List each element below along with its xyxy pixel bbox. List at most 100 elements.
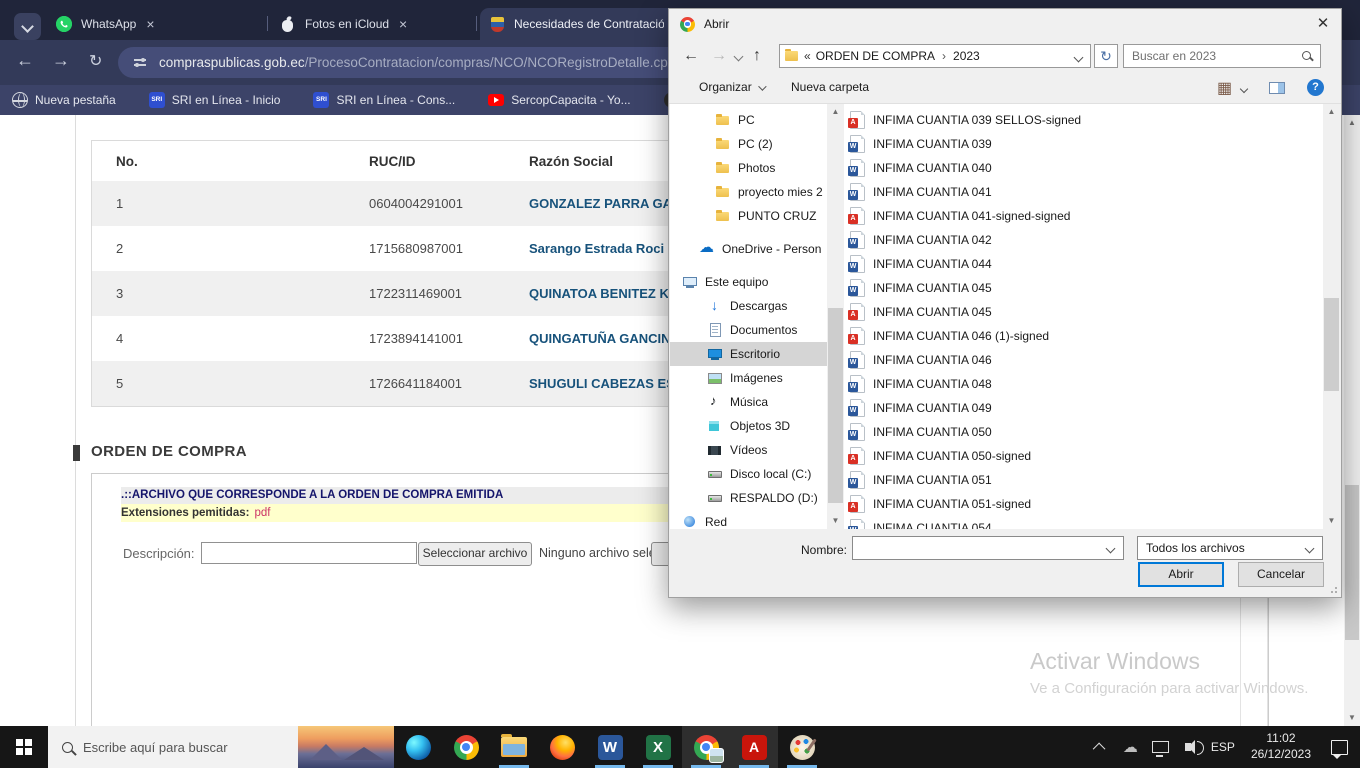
sidebar-item[interactable]: Escritorio <box>670 342 827 366</box>
taskbar-search[interactable]: Escribe aquí para buscar <box>48 726 394 768</box>
file-item[interactable]: INFIMA CUANTIA 054 <box>844 516 1323 529</box>
file-item[interactable]: INFIMA CUANTIA 040 <box>844 156 1323 180</box>
bookmark-nueva-pestana[interactable]: Nueva pestaña <box>12 92 116 108</box>
tab-close-icon[interactable] <box>399 17 407 31</box>
scroll-up-icon[interactable] <box>1323 104 1340 120</box>
nav-forward-icon[interactable]: → <box>711 44 727 68</box>
tab-icloud-photos[interactable]: Fotos en iCloud <box>271 8 493 40</box>
sidebar-item[interactable]: Este equipo <box>670 270 827 294</box>
dialog-close-icon[interactable] <box>1305 9 1341 39</box>
start-button[interactable] <box>0 726 48 768</box>
file-item[interactable]: INFIMA CUANTIA 051 <box>844 468 1323 492</box>
address-breadcrumb[interactable]: ORDEN DE COMPRA 2023 <box>779 44 1091 68</box>
taskbar-chrome-window[interactable] <box>682 726 730 768</box>
sidebar-item[interactable]: Documentos <box>670 318 827 342</box>
taskbar-excel[interactable] <box>634 726 682 768</box>
browser-scrollbar[interactable] <box>1344 115 1360 726</box>
scroll-up-icon[interactable] <box>827 104 844 120</box>
taskbar-word[interactable] <box>586 726 634 768</box>
file-item[interactable]: INFIMA CUANTIA 044 <box>844 252 1323 276</box>
scrollbar-thumb[interactable] <box>1345 485 1359 640</box>
nav-back-icon[interactable]: ← <box>683 44 699 68</box>
tab-search-button[interactable] <box>14 13 41 40</box>
sidebar-item[interactable]: Música <box>670 390 827 414</box>
file-name-combo[interactable] <box>852 536 1124 560</box>
file-item[interactable]: INFIMA CUANTIA 046 <box>844 348 1323 372</box>
sidebar-item[interactable]: Disco local (C:) <box>670 462 827 486</box>
scroll-down-icon[interactable] <box>1323 513 1340 529</box>
sidebar-item[interactable]: OneDrive - Person <box>670 237 827 261</box>
tab-whatsapp[interactable]: WhatsApp <box>46 8 284 40</box>
breadcrumb-subfolder[interactable]: 2023 <box>953 49 980 63</box>
file-name-input[interactable] <box>857 539 1099 559</box>
sidebar-item[interactable]: PC <box>670 108 827 132</box>
resize-grip[interactable] <box>1330 586 1338 594</box>
bookmark-sri-consultas[interactable]: SRI en Línea - Cons... <box>313 92 455 108</box>
view-chevron-icon[interactable] <box>1240 85 1248 93</box>
network-icon[interactable] <box>1152 741 1169 753</box>
file-item[interactable]: INFIMA CUANTIA 042 <box>844 228 1323 252</box>
taskbar-acrobat[interactable] <box>730 726 778 768</box>
file-item[interactable]: INFIMA CUANTIA 049 <box>844 396 1323 420</box>
file-item[interactable]: INFIMA CUANTIA 041 <box>844 180 1323 204</box>
onedrive-icon[interactable] <box>1123 740 1138 755</box>
bookmark-sercopcapacita[interactable]: SercopCapacita - Yo... <box>488 93 630 107</box>
search-highlight-image[interactable] <box>298 726 394 768</box>
chevron-down-icon[interactable] <box>1106 544 1116 554</box>
sidebar-item[interactable]: Red <box>670 510 827 529</box>
preview-pane-icon[interactable] <box>1269 82 1285 94</box>
taskbar-chrome[interactable] <box>442 726 490 768</box>
tab-close-icon[interactable] <box>146 17 154 31</box>
address-bar[interactable]: compraspublicas.gob.ec/ProcesoContrataci… <box>118 47 686 78</box>
taskbar-firefox[interactable] <box>538 726 586 768</box>
dialog-title-bar[interactable]: Abrir <box>669 9 1341 39</box>
back-icon[interactable]: ← <box>16 50 34 71</box>
file-item[interactable]: INFIMA CUANTIA 041-signed-signed <box>844 204 1323 228</box>
file-item[interactable]: INFIMA CUANTIA 051-signed <box>844 492 1323 516</box>
file-item[interactable]: INFIMA CUANTIA 039 SELLOS-signed <box>844 108 1323 132</box>
refresh-button[interactable] <box>1094 44 1118 68</box>
sidebar-item[interactable]: Imágenes <box>670 366 827 390</box>
forward-icon[interactable]: → <box>52 50 70 71</box>
tray-expand-icon[interactable] <box>1093 742 1106 755</box>
taskbar-paint[interactable] <box>778 726 826 768</box>
file-item[interactable]: INFIMA CUANTIA 048 <box>844 372 1323 396</box>
scrollbar-thumb[interactable] <box>828 308 843 503</box>
scroll-down-icon[interactable] <box>827 513 844 529</box>
file-item[interactable]: INFIMA CUANTIA 045 <box>844 300 1323 324</box>
sidebar-item[interactable]: PC (2) <box>670 132 827 156</box>
select-file-button[interactable]: Seleccionar archivo <box>418 542 532 566</box>
scrollbar-thumb[interactable] <box>1324 298 1339 391</box>
breadcrumb-folder[interactable]: ORDEN DE COMPRA <box>816 49 935 63</box>
notifications-icon[interactable] <box>1331 740 1348 755</box>
file-item[interactable]: INFIMA CUANTIA 050-signed <box>844 444 1323 468</box>
taskbar-clock[interactable]: 11:02 26/12/2023 <box>1251 731 1311 762</box>
language-indicator[interactable]: ESP <box>1211 740 1235 754</box>
dialog-search-field[interactable]: Buscar en 2023 <box>1123 44 1321 68</box>
tab-necesidades-active[interactable]: Necesidades de Contratació <box>480 8 700 40</box>
file-item[interactable]: INFIMA CUANTIA 046 (1)-signed <box>844 324 1323 348</box>
sidebar-item[interactable]: Objetos 3D <box>670 414 827 438</box>
sidebar-item[interactable]: Vídeos <box>670 438 827 462</box>
taskbar-explorer[interactable] <box>490 726 538 768</box>
sidebar-item[interactable]: proyecto mies 2 <box>670 180 827 204</box>
site-settings-icon[interactable] <box>134 57 146 68</box>
sidebar-item[interactable]: Descargas <box>670 294 827 318</box>
scroll-down-icon[interactable] <box>1344 710 1360 726</box>
cancel-button[interactable]: Cancelar <box>1238 562 1324 587</box>
organize-menu[interactable]: Organizar <box>699 80 764 94</box>
breadcrumb-collapse-icon[interactable] <box>804 49 811 63</box>
sidebar-item[interactable]: PUNTO CRUZ <box>670 204 827 228</box>
file-item[interactable]: INFIMA CUANTIA 045 <box>844 276 1323 300</box>
new-folder-button[interactable]: Nueva carpeta <box>791 80 869 94</box>
breadcrumb-dropdown-icon[interactable] <box>1074 53 1084 63</box>
description-input[interactable] <box>201 542 417 564</box>
scroll-up-icon[interactable] <box>1344 115 1360 131</box>
view-grid-icon[interactable] <box>1217 78 1232 98</box>
help-icon[interactable] <box>1307 79 1324 96</box>
reload-icon[interactable]: ↻ <box>89 51 102 71</box>
nav-up-icon[interactable]: ↑ <box>753 44 761 68</box>
file-list-scrollbar[interactable] <box>1323 104 1340 529</box>
taskbar-edge[interactable] <box>394 726 442 768</box>
nav-history-chevron-icon[interactable] <box>734 52 744 62</box>
